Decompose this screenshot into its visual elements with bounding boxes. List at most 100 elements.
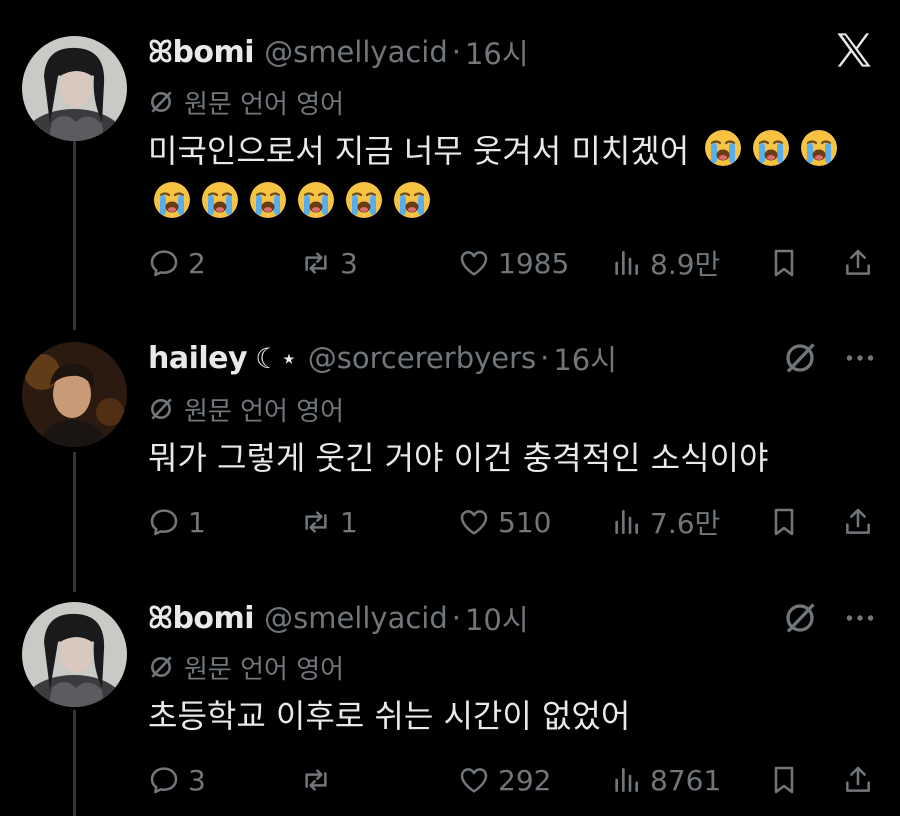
repost-button[interactable]: 1 xyxy=(300,502,358,542)
translate-slash-icon xyxy=(151,91,172,113)
views-button[interactable]: 7.6만 xyxy=(610,502,720,542)
loudly-crying-face-icon xyxy=(346,182,382,218)
tweet-text: 뭐가 그렇게 웃긴 거야 이건 충격적인 소식이야 xyxy=(148,432,888,484)
repost-count: 3 xyxy=(340,246,358,280)
thread-view: ꕤbomi @smellyacid · 16시 원문 언어 영어 미국인으로서 … xyxy=(0,0,900,816)
tweet[interactable]: hailey ☾⋆ @sorcererbyers · 16시 원문 언어 영어 … xyxy=(0,320,900,590)
separator-dot: · xyxy=(540,341,550,375)
like-count: 292 xyxy=(498,763,552,797)
share-icon xyxy=(846,249,870,275)
display-name-decoration: ☾⋆ xyxy=(255,341,298,375)
translation-label: 원문 언어 영어 xyxy=(184,396,345,427)
views-button[interactable]: 8.9만 xyxy=(610,243,720,283)
bookmark-icon xyxy=(774,249,794,277)
like-icon xyxy=(460,251,488,276)
reply-button[interactable]: 2 xyxy=(148,243,206,283)
view-count: 7.6만 xyxy=(650,507,721,540)
tweet-text: 미국인으로서 지금 너무 웃겨서 미치겠어 xyxy=(148,125,888,229)
separator-dot: · xyxy=(451,601,461,635)
views-icon xyxy=(615,251,638,275)
tweet-top-actions xyxy=(782,598,878,638)
translate-slash-icon[interactable] xyxy=(782,600,818,636)
like-count: 510 xyxy=(498,505,552,539)
translate-slash-icon xyxy=(151,398,172,420)
share-button[interactable] xyxy=(842,502,874,542)
loudly-crying-face-icon xyxy=(394,182,430,218)
display-name[interactable]: ꕤbomi xyxy=(148,601,255,636)
view-count: 8.9만 xyxy=(650,248,721,281)
bookmark-button[interactable] xyxy=(768,760,800,800)
avatar[interactable] xyxy=(22,602,127,707)
separator-dot: · xyxy=(451,35,461,69)
share-button[interactable] xyxy=(842,243,874,283)
tweet-text-content: 미국인으로서 지금 너무 웃겨서 미치겠어 xyxy=(148,132,690,170)
view-count: 8761 xyxy=(650,763,722,797)
reply-icon xyxy=(150,509,178,536)
timestamp[interactable]: 16시 xyxy=(553,337,617,379)
bookmark-icon xyxy=(774,508,794,536)
translation-label: 원문 언어 영어 xyxy=(184,654,345,685)
loudly-crying-face-icon xyxy=(202,182,238,218)
share-icon xyxy=(846,766,870,792)
repost-icon xyxy=(305,511,327,533)
loudly-crying-face-icon xyxy=(801,130,838,166)
tweet-actions: 3 292 8761 xyxy=(148,760,888,800)
loudly-crying-face-icon xyxy=(298,182,334,218)
user-handle[interactable]: @smellyacid xyxy=(264,35,448,69)
like-button[interactable]: 1985 xyxy=(458,243,569,283)
like-button[interactable]: 510 xyxy=(458,502,551,542)
loudly-crying-face-icon xyxy=(154,182,190,218)
translation-indicator[interactable]: 원문 언어 영어 xyxy=(148,650,345,685)
repost-icon xyxy=(305,252,327,274)
like-button[interactable]: 292 xyxy=(458,760,551,800)
loudly-crying-face-icon xyxy=(705,130,742,166)
tweet[interactable]: ꕤbomi @smellyacid · 16시 원문 언어 영어 미국인으로서 … xyxy=(0,0,900,320)
loudly-crying-face-icon xyxy=(753,130,790,166)
timestamp[interactable]: 10시 xyxy=(465,597,529,639)
tweet-text: 초등학교 이후로 쉬는 시간이 없었어 xyxy=(148,690,888,742)
repost-icon xyxy=(305,769,327,791)
tweet[interactable]: ꕤbomi @smellyacid · 10시 원문 언어 영어 초등학교 이후… xyxy=(0,590,900,816)
bookmark-icon xyxy=(774,766,794,794)
user-handle[interactable]: @sorcererbyers xyxy=(308,341,536,375)
like-icon xyxy=(460,768,488,793)
tweet-actions: 1 1 510 7.6만 xyxy=(148,502,888,542)
avatar[interactable] xyxy=(22,342,127,447)
reply-count: 2 xyxy=(188,246,206,280)
views-button[interactable]: 8761 xyxy=(610,760,721,800)
tweet-text-content: 뭐가 그렇게 웃긴 거야 이건 충격적인 소식이야 xyxy=(148,439,769,477)
like-count: 1985 xyxy=(498,246,570,280)
views-icon xyxy=(615,510,638,534)
repost-button[interactable]: 3 xyxy=(300,243,358,283)
reply-button[interactable]: 3 xyxy=(148,760,206,800)
translation-indicator[interactable]: 원문 언어 영어 xyxy=(148,85,345,120)
reply-icon xyxy=(150,767,178,794)
reply-count: 1 xyxy=(188,505,206,539)
translation-label: 원문 언어 영어 xyxy=(184,89,345,120)
more-icon[interactable] xyxy=(842,340,878,376)
tweet-actions: 2 3 1985 8.9만 xyxy=(148,243,888,283)
views-icon xyxy=(615,768,638,792)
share-icon xyxy=(846,508,870,534)
translation-indicator[interactable]: 원문 언어 영어 xyxy=(148,392,345,427)
like-icon xyxy=(460,510,488,535)
reply-icon xyxy=(150,250,178,277)
display-name[interactable]: ꕤbomi xyxy=(148,35,255,70)
loudly-crying-face-icon xyxy=(250,182,286,218)
reply-count: 3 xyxy=(188,763,206,797)
tweet-top-actions xyxy=(782,338,878,378)
bookmark-button[interactable] xyxy=(768,502,800,542)
more-icon[interactable] xyxy=(842,600,878,636)
user-handle[interactable]: @smellyacid xyxy=(264,601,448,635)
tweet-text-content: 초등학교 이후로 쉬는 시간이 없었어 xyxy=(148,697,631,735)
avatar[interactable] xyxy=(22,36,127,141)
bookmark-button[interactable] xyxy=(768,243,800,283)
translate-slash-icon[interactable] xyxy=(782,340,818,376)
repost-button[interactable] xyxy=(300,760,340,800)
repost-count: 1 xyxy=(340,505,358,539)
timestamp[interactable]: 16시 xyxy=(465,31,529,73)
reply-button[interactable]: 1 xyxy=(148,502,206,542)
share-button[interactable] xyxy=(842,760,874,800)
translate-slash-icon xyxy=(151,656,172,678)
display-name[interactable]: hailey xyxy=(148,341,248,376)
